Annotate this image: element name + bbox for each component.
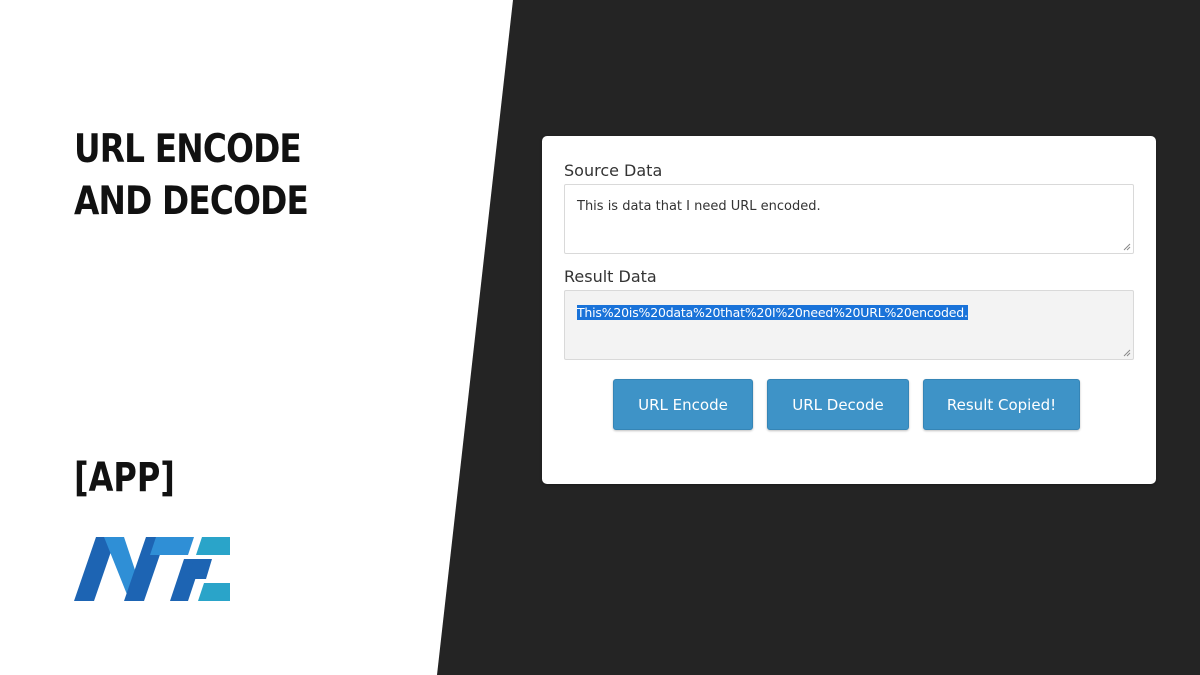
source-data-textarea[interactable]: This is data that I need URL encoded. xyxy=(564,184,1134,254)
resize-grip-icon[interactable] xyxy=(1123,243,1131,251)
source-data-text: This is data that I need URL encoded. xyxy=(577,199,821,214)
mtc-logo-icon xyxy=(74,537,230,601)
result-data-text: This%20is%20data%20that%20I%20need%20URL… xyxy=(577,305,968,320)
logo-shape-t-bar xyxy=(150,537,194,555)
logo-shape-c-bottom xyxy=(198,583,230,601)
resize-grip-icon[interactable] xyxy=(1123,349,1131,357)
page-canvas: URL ENCODE AND DECODE [APP] Source Data … xyxy=(0,0,1200,675)
url-decode-button[interactable]: URL Decode xyxy=(767,379,909,430)
app-tag: [APP] xyxy=(74,455,175,501)
result-data-label: Result Data xyxy=(564,267,657,286)
encoder-card: Source Data This is data that I need URL… xyxy=(542,136,1156,484)
logo-shape-c-top xyxy=(196,537,230,555)
url-encode-button[interactable]: URL Encode xyxy=(613,379,753,430)
page-title: URL ENCODE AND DECODE xyxy=(74,127,309,224)
source-data-label: Source Data xyxy=(564,161,663,180)
copy-result-button[interactable]: Result Copied! xyxy=(923,379,1080,430)
result-data-textarea[interactable]: This%20is%20data%20that%20I%20need%20URL… xyxy=(564,290,1134,360)
